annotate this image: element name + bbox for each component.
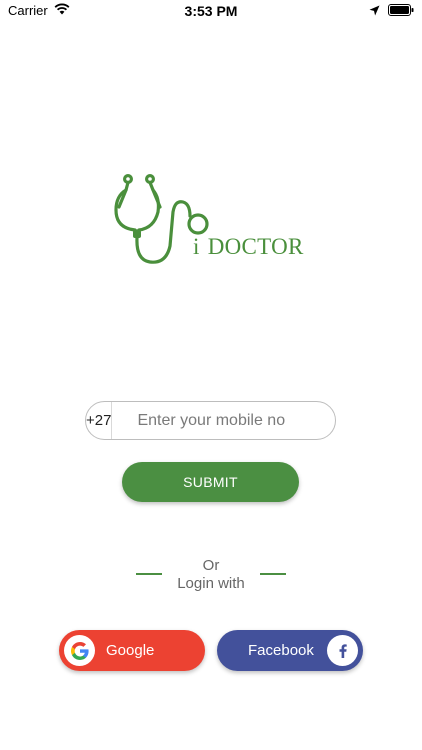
status-bar: Carrier 3:53 PM [0, 0, 422, 24]
google-label: Google [106, 642, 155, 659]
app-title-doctor: DOCTOR [207, 234, 304, 259]
status-right-icons [369, 3, 414, 21]
app-title-i: i [193, 234, 200, 259]
google-g-icon [64, 635, 95, 666]
submit-button[interactable]: SUBMIT [122, 462, 299, 502]
login-with-label: Login with [177, 575, 245, 592]
app-title: i DOCTOR [193, 234, 304, 260]
facebook-login-button[interactable]: Facebook [217, 630, 363, 671]
phone-entry: +27 [85, 401, 345, 440]
facebook-f-icon [327, 635, 358, 666]
or-label: Or [202, 557, 220, 574]
country-code-selector[interactable]: +27 [86, 402, 113, 439]
battery-icon [388, 3, 414, 21]
google-login-button[interactable]: Google [59, 630, 205, 671]
status-time: 3:53 PM [184, 3, 238, 19]
facebook-label: Facebook [248, 642, 314, 659]
mobile-number-input[interactable] [112, 402, 345, 439]
location-arrow-icon [369, 3, 380, 21]
